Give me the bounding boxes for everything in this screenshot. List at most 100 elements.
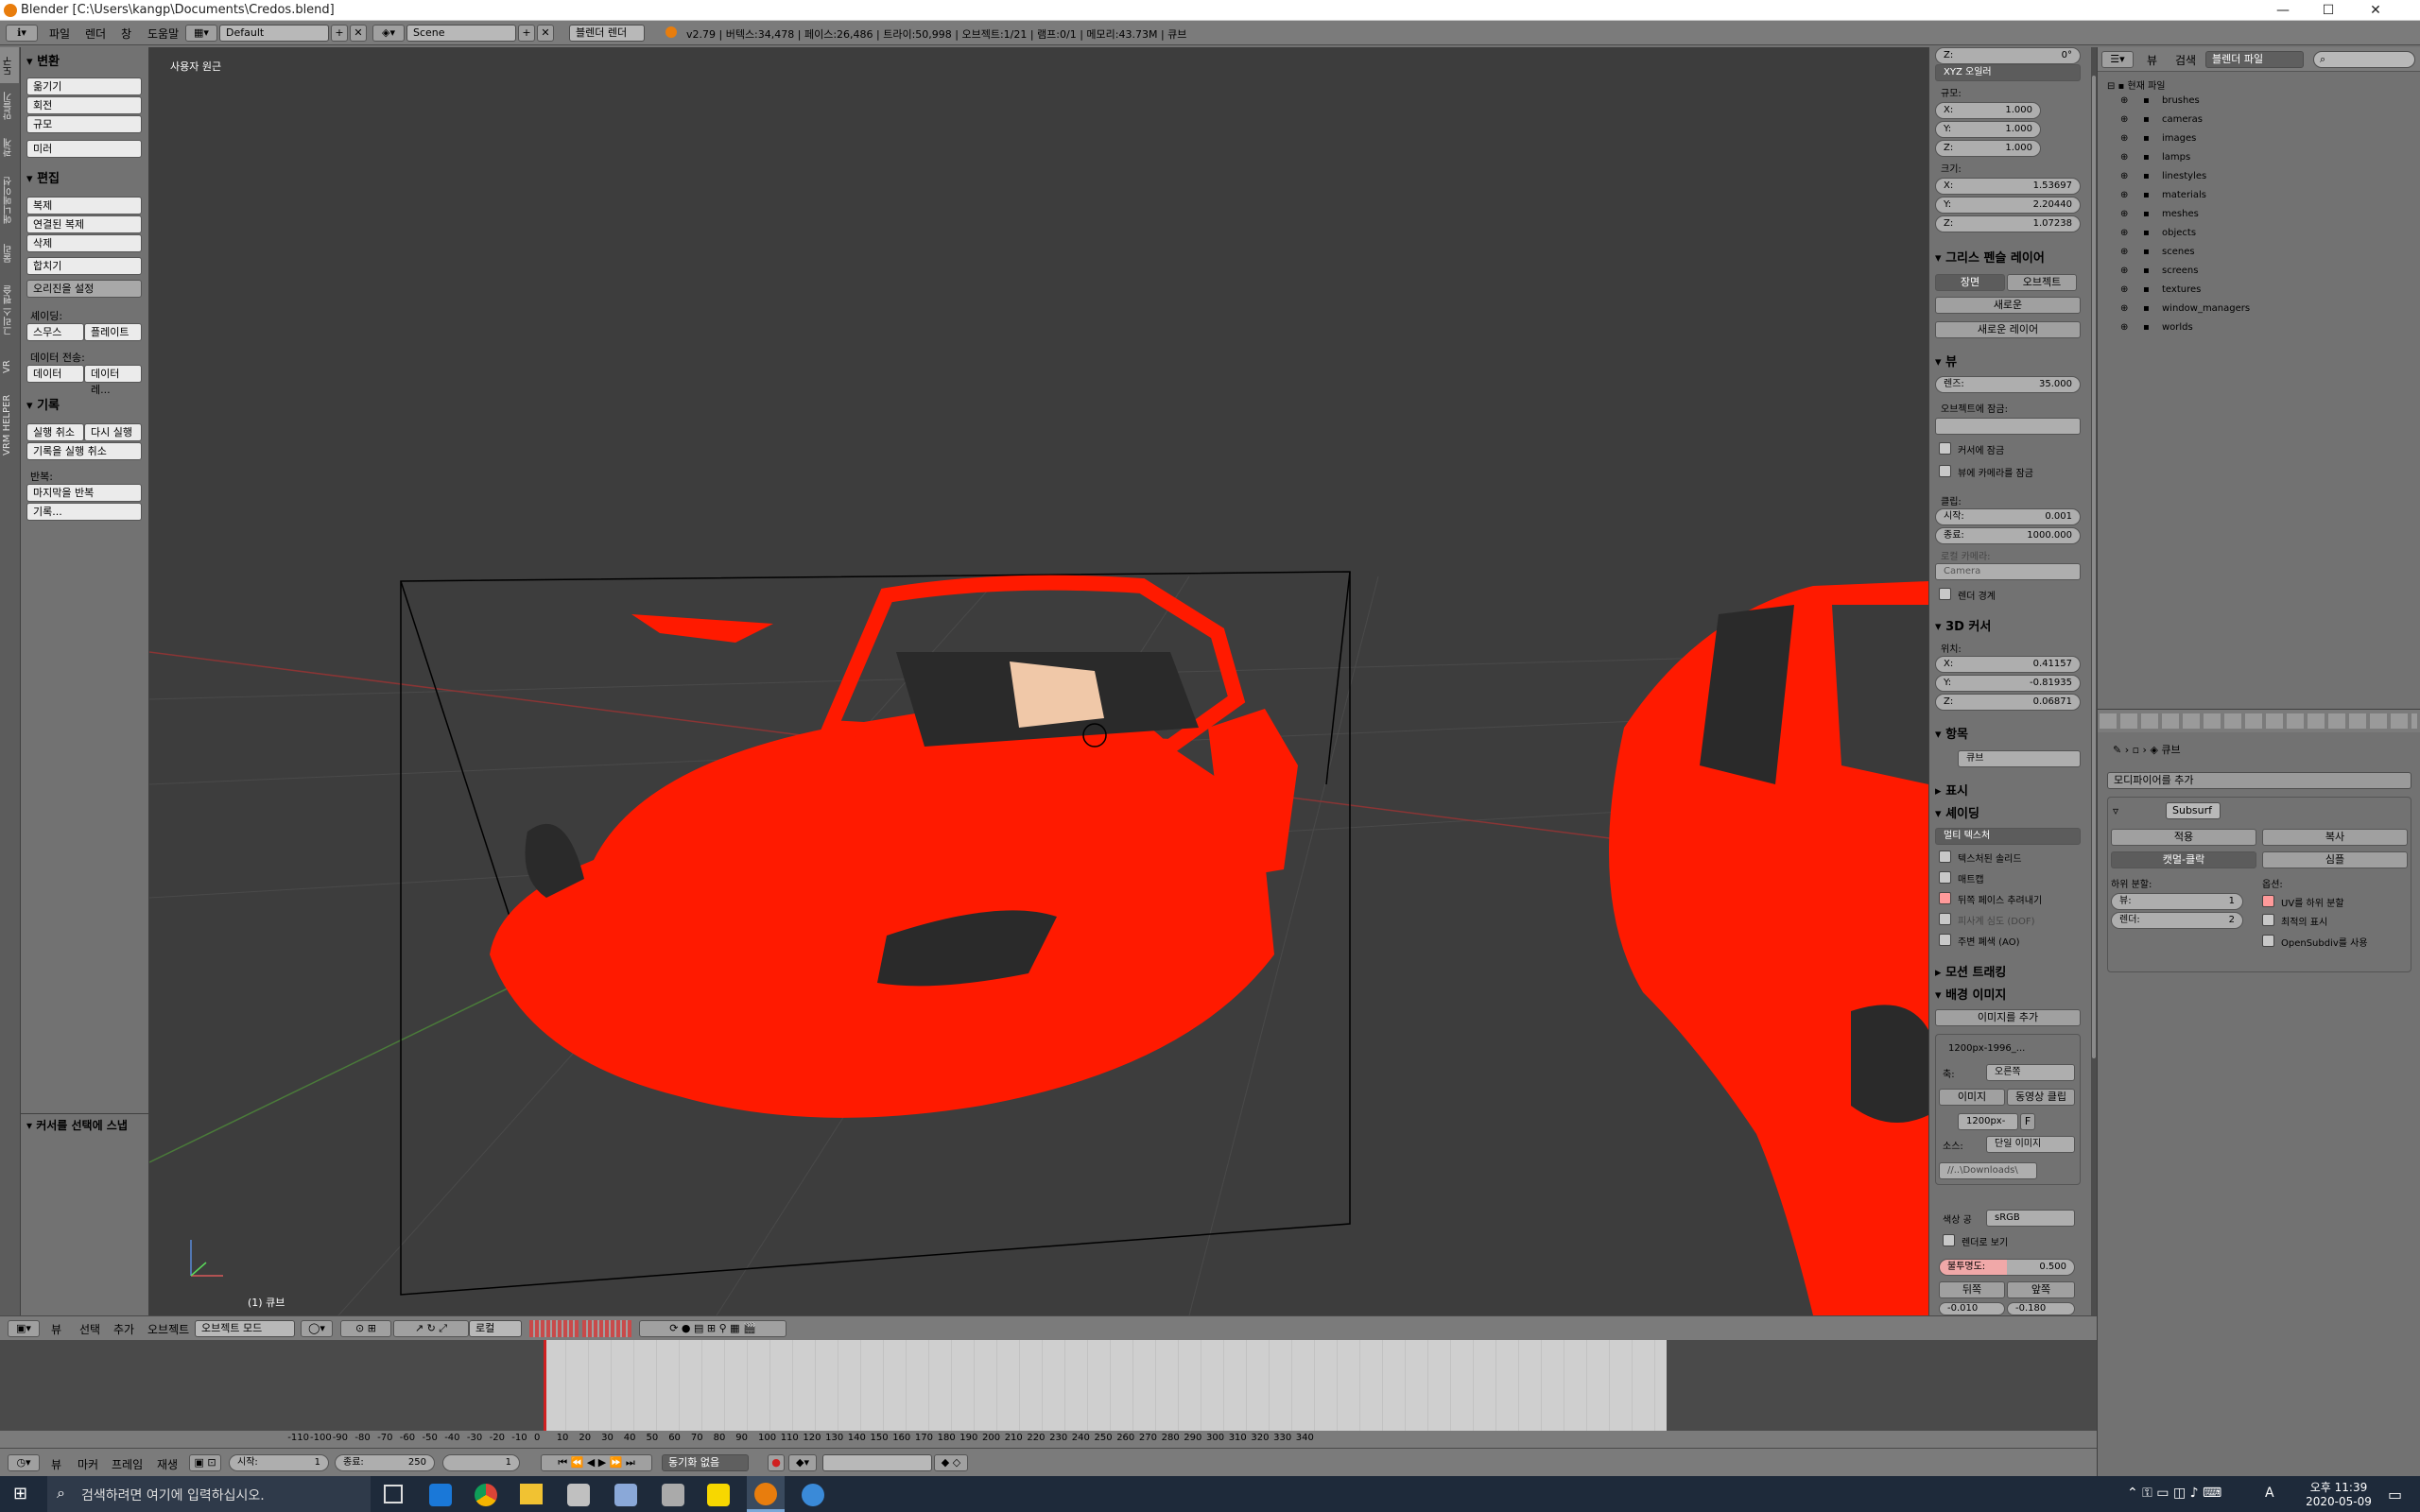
gp-new-button[interactable]: 새로운: [1935, 297, 2081, 314]
cursor-y-field[interactable]: Y: -0.81935: [1935, 675, 2081, 692]
opensubdiv-checkbox[interactable]: [2262, 935, 2274, 947]
outliner-search-input[interactable]: ⌕: [2313, 51, 2415, 68]
menu-window[interactable]: 창: [121, 26, 131, 42]
end-frame-field[interactable]: 종료: 250: [335, 1454, 435, 1471]
view-panel-header[interactable]: ▾ 뷰: [1935, 352, 1957, 369]
playback-controls[interactable]: ⏮ ⏪ ◀ ▶ ⏩ ⏭: [541, 1454, 652, 1471]
grease-pencil-layers-header[interactable]: ▾ 그리스 펜슬 레이어: [1935, 248, 2045, 266]
timeline-editor-icon[interactable]: ◷▾: [8, 1454, 40, 1471]
menu-file[interactable]: 파일: [49, 26, 70, 42]
chrome-icon[interactable]: [475, 1484, 497, 1506]
sync-select[interactable]: 동기화 없음: [662, 1454, 749, 1471]
outliner-editor-icon[interactable]: ☰▾: [2101, 51, 2134, 68]
tl-menu-frame[interactable]: 프레임: [112, 1456, 143, 1472]
maximize-button[interactable]: ☐: [2307, 0, 2350, 21]
expand-icon[interactable]: ⊕: [2120, 322, 2128, 333]
motion-tracking-header[interactable]: ▸ 모션 트래킹: [1935, 962, 2006, 980]
transform-panel-header[interactable]: ▾ 변환: [26, 51, 60, 69]
outliner-item[interactable]: ⊕ ▪ screens: [2098, 263, 2420, 282]
tl-menu-playback[interactable]: 재생: [157, 1456, 178, 1472]
ao-checkbox[interactable]: [1939, 934, 1951, 946]
layers-grid-b[interactable]: [582, 1320, 631, 1337]
start-frame-field[interactable]: 시작: 1: [229, 1454, 329, 1471]
menu-render[interactable]: 렌더: [85, 26, 106, 42]
clip-end-field[interactable]: 종료: 1000.000: [1935, 527, 2081, 544]
matcap-checkbox[interactable]: [1939, 871, 1951, 884]
scale-z-field[interactable]: Z: 1.000: [1935, 140, 2041, 157]
undo-history-button[interactable]: 기록을 실행 취소: [26, 442, 142, 460]
viewport-editor-icon[interactable]: ▣▾: [8, 1320, 40, 1337]
blender-taskbar-button[interactable]: [747, 1476, 785, 1512]
taskbar-search-box[interactable]: ⌕ 검색하려면 여기에 입력하십시오.: [47, 1476, 371, 1512]
outliner-item[interactable]: ⊕ ▪ textures: [2098, 282, 2420, 301]
cursor-x-field[interactable]: X: 0.41157: [1935, 656, 2081, 673]
outliner-item[interactable]: ⊕ ▪ worlds: [2098, 319, 2420, 338]
add-modifier-select[interactable]: 모디파이어를 추가: [2107, 772, 2411, 789]
gp-new-layer-button[interactable]: 새로운 레이어: [1935, 321, 2081, 338]
shading-panel-header[interactable]: ▾ 셰이딩: [1935, 803, 1979, 821]
catmull-clark-tab[interactable]: 캣멀-클락: [2111, 851, 2256, 868]
rotation-z-field[interactable]: Z: 0°: [1935, 47, 2081, 64]
outliner-item[interactable]: ⊕ ▪ linestyles: [2098, 168, 2420, 187]
rotate-button[interactable]: 회전: [26, 96, 142, 114]
expand-icon[interactable]: ⊕: [2120, 247, 2128, 257]
clip-start-field[interactable]: 시작: 0.001: [1935, 508, 2081, 525]
modifier-collapse-icon[interactable]: ▿: [2113, 804, 2118, 817]
layers-grid-a[interactable]: [529, 1320, 579, 1337]
background-images-header[interactable]: ▾ 배경 이미지: [1935, 985, 2006, 1003]
tab-vrm-helper[interactable]: VRM HELPER: [2, 387, 19, 463]
app-icon-3[interactable]: [662, 1484, 684, 1506]
fake-user-button[interactable]: F: [2020, 1113, 2035, 1130]
view-levels-field[interactable]: 뷰: 1: [2111, 893, 2243, 910]
flat-button[interactable]: 플레이트: [84, 323, 142, 341]
menu-help[interactable]: 도움말: [147, 26, 179, 42]
axis-select[interactable]: 오른쪽: [1986, 1064, 2075, 1081]
render-engine-select[interactable]: 블렌더 렌더: [569, 25, 645, 42]
offset-x-field[interactable]: -0.010: [1939, 1302, 2005, 1315]
scale-button[interactable]: 규모: [26, 115, 142, 133]
tl-menu-view[interactable]: 뷰: [51, 1456, 61, 1472]
app-icon-2[interactable]: [614, 1484, 637, 1506]
windows-start-icon[interactable]: ⊞: [13, 1484, 34, 1504]
outliner-menu-view[interactable]: 뷰: [2147, 52, 2157, 68]
ime-indicator[interactable]: A: [2265, 1486, 2274, 1501]
render-border-checkbox[interactable]: [1939, 588, 1951, 600]
outliner-menu-search[interactable]: 검색: [2175, 52, 2196, 68]
join-button[interactable]: 합치기: [26, 257, 142, 275]
3d-cursor-panel-header[interactable]: ▾ 3D 커서: [1935, 616, 1991, 634]
add-scene-icon[interactable]: +: [518, 25, 535, 42]
keying-set-field[interactable]: [822, 1454, 932, 1471]
simple-tab[interactable]: 심플: [2262, 851, 2408, 868]
kakaotalk-icon[interactable]: [707, 1484, 730, 1506]
expand-icon[interactable]: ⊕: [2120, 114, 2128, 125]
image-path-field[interactable]: //..\Downloads\: [1939, 1162, 2037, 1179]
expand-icon[interactable]: ⊕: [2120, 95, 2128, 106]
delete-button[interactable]: 삭제: [26, 234, 142, 252]
remove-layout-icon[interactable]: ✕: [350, 25, 367, 42]
tab-vr[interactable]: VR: [2, 350, 19, 384]
expand-icon[interactable]: ⊕: [2120, 171, 2128, 181]
expand-icon[interactable]: ⊕: [2120, 284, 2128, 295]
timeline[interactable]: -110 -100 -90 -80 -70 -60 -50 -40 -30 -20 -10 0 10 20…: [0, 1340, 2097, 1448]
dimension-y-field[interactable]: Y: 2.20440: [1935, 197, 2081, 214]
vp-menu-select[interactable]: 선택: [79, 1321, 100, 1337]
outliner-item[interactable]: ⊕ ▪ lamps: [2098, 149, 2420, 168]
item-name-field[interactable]: 큐브: [1958, 750, 2081, 767]
redo-button[interactable]: 다시 실행: [84, 423, 142, 441]
image-name-field[interactable]: 1200px-: [1958, 1113, 2018, 1130]
taskbar-time[interactable]: 오후 11:39: [2299, 1479, 2378, 1495]
data-transfer-button[interactable]: 데이터: [26, 365, 84, 383]
insert-delete-keyframe-icons[interactable]: ◆ ◇: [934, 1454, 968, 1471]
movie-clip-tab[interactable]: 동영상 클립: [2007, 1089, 2075, 1106]
remove-scene-icon[interactable]: ✕: [537, 25, 554, 42]
outliner-item[interactable]: ⊕ ▪ window_managers: [2098, 301, 2420, 319]
minimize-button[interactable]: —: [2261, 0, 2305, 21]
tab-grease-pencil[interactable]: 그리스 펜슬: [2, 274, 19, 346]
outliner-item[interactable]: ⊕ ▪ materials: [2098, 187, 2420, 206]
snap-and-render-icons[interactable]: ⟳ ● ▤ ⊞ ⚲ ▦ 🎬: [639, 1320, 786, 1337]
app-icon-4[interactable]: [802, 1484, 824, 1506]
scene-icon[interactable]: ◈▾: [372, 25, 405, 42]
pivot-icons[interactable]: ⊙ ⊞: [340, 1320, 391, 1337]
set-origin-select[interactable]: 오리진을 설정: [26, 280, 142, 298]
gp-scene-tab[interactable]: 장면: [1935, 274, 2005, 291]
